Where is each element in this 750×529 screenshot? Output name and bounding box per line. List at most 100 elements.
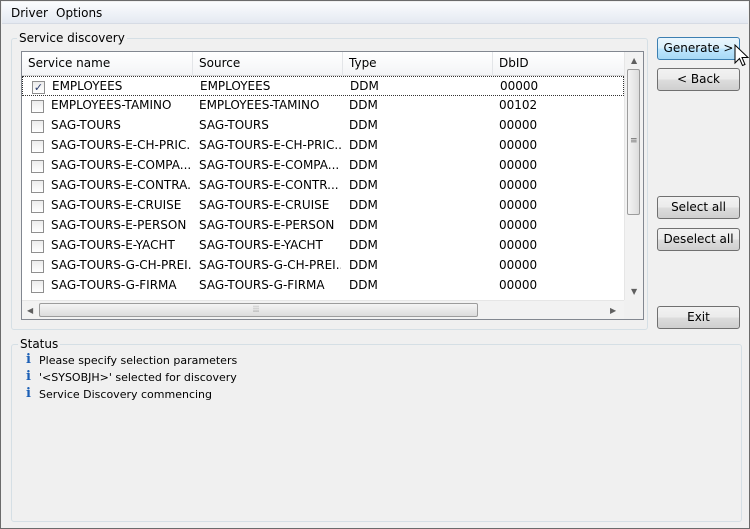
row-checkbox[interactable] bbox=[31, 240, 44, 253]
service-name-cell: SAG-TOURS-E-PERSON bbox=[51, 218, 187, 232]
scroll-left-icon[interactable]: ◀ bbox=[27, 306, 33, 315]
check-icon: ✓ bbox=[33, 81, 44, 94]
service-name-cell: SAG-TOURS-E-CH-PRIC... bbox=[51, 138, 191, 152]
table-row[interactable]: SAG-TOURS-E-YACHT SAG-TOURS-E-YACHT DDM 000… bbox=[22, 236, 624, 256]
type-cell: DDM bbox=[349, 138, 378, 152]
source-cell: SAG-TOURS-E-YACHT bbox=[199, 238, 323, 252]
table-row[interactable]: SAG-TOURS-E-COMPA... SAG-TOURS-E-COMPA...… bbox=[22, 156, 624, 176]
horizontal-scroll-thumb[interactable]: ⦙⦙⦙ bbox=[39, 303, 478, 317]
table-row[interactable]: SAG-TOURS-E-PERSON SAG-TOURS-E-PERSON DDM 0… bbox=[22, 216, 624, 236]
source-cell: SAG-TOURS-E-COMPA... bbox=[199, 158, 340, 172]
dbid-cell: 00000 bbox=[499, 158, 538, 172]
scroll-up-icon[interactable]: ▲ bbox=[631, 56, 637, 65]
back-button[interactable]: < Back bbox=[657, 68, 740, 91]
app-window: Driver Options Service discovery Service… bbox=[0, 0, 750, 529]
type-cell: DDM bbox=[349, 258, 378, 272]
source-cell: SAG-TOURS-E-PERSON bbox=[199, 218, 335, 232]
status-title: Status bbox=[18, 337, 61, 351]
menu-driver[interactable]: Driver bbox=[11, 6, 48, 20]
dbid-cell: 00000 bbox=[500, 79, 539, 93]
table-row[interactable]: SAG-TOURS-G-CH-PREI... SAG-TOURS-G-CH-PRE… bbox=[22, 256, 624, 276]
source-cell: EMPLOYEES-TAMINO bbox=[199, 98, 320, 112]
dbid-cell: 00000 bbox=[499, 198, 538, 212]
list-header: Service name Source Type DbID bbox=[22, 52, 624, 76]
status-message-text: '<SYSOBJH>' selected for discovery bbox=[39, 371, 237, 384]
type-cell: DDM bbox=[349, 238, 378, 252]
dbid-cell: 00000 bbox=[499, 118, 538, 132]
info-icon: i bbox=[26, 352, 31, 367]
table-row[interactable]: EMPLOYEES-TAMINO EMPLOYEES-TAMINO DDM 00102 bbox=[22, 96, 624, 116]
scroll-down-icon[interactable]: ▼ bbox=[631, 287, 637, 296]
info-icon: i bbox=[26, 369, 31, 384]
type-cell: DDM bbox=[350, 79, 379, 93]
source-cell: SAG-TOURS-E-CRUISE bbox=[199, 198, 330, 212]
source-cell: SAG-TOURS-E-CONTR... bbox=[199, 178, 339, 192]
column-header-source[interactable]: Source bbox=[193, 52, 343, 76]
table-row[interactable]: SAG-TOURS-E-CONTRA... SAG-TOURS-E-CONTR..… bbox=[22, 176, 624, 196]
service-list[interactable]: Service name Source Type DbID ✓ EMPLOYEES… bbox=[21, 51, 644, 320]
row-checkbox[interactable]: ✓ bbox=[32, 81, 45, 94]
status-message-text: Service Discovery commencing bbox=[39, 388, 212, 401]
table-row[interactable]: SAG-TOURS-E-CRUISE SAG-TOURS-E-CRUISE DDM 0… bbox=[22, 196, 624, 216]
dbid-cell: 00000 bbox=[499, 238, 538, 252]
type-cell: DDM bbox=[349, 118, 378, 132]
source-cell: SAG-TOURS bbox=[199, 118, 269, 132]
type-cell: DDM bbox=[349, 198, 378, 212]
service-discovery-title: Service discovery bbox=[17, 31, 127, 45]
table-row[interactable]: ✓ EMPLOYEES EMPLOYEES DDM 00000 bbox=[22, 76, 624, 96]
dbid-cell: 00000 bbox=[499, 218, 538, 232]
service-name-cell: SAG-TOURS-E-CRUISE bbox=[51, 198, 182, 212]
status-message-text: Please specify selection parameters bbox=[39, 354, 238, 367]
row-checkbox[interactable] bbox=[31, 220, 44, 233]
service-name-cell: SAG-TOURS-E-COMPA... bbox=[51, 158, 191, 172]
exit-button[interactable]: Exit bbox=[657, 306, 740, 329]
horizontal-scrollbar[interactable]: ◀ ⦙⦙⦙ ▶ bbox=[22, 300, 624, 319]
service-name-cell: EMPLOYEES bbox=[52, 79, 123, 93]
menu-options[interactable]: Options bbox=[56, 6, 102, 20]
menu-bar: Driver Options bbox=[2, 2, 748, 24]
source-cell: SAG-TOURS-G-CH-PREI... bbox=[199, 258, 341, 272]
service-name-cell: SAG-TOURS bbox=[51, 118, 121, 132]
scroll-corner bbox=[624, 300, 643, 319]
generate-button[interactable]: Generate > bbox=[657, 37, 740, 60]
row-checkbox[interactable] bbox=[31, 200, 44, 213]
column-header-dbid[interactable]: DbID bbox=[493, 52, 624, 76]
deselect-all-button[interactable]: Deselect all bbox=[657, 228, 740, 251]
type-cell: DDM bbox=[349, 98, 378, 112]
type-cell: DDM bbox=[349, 278, 378, 292]
row-checkbox[interactable] bbox=[31, 180, 44, 193]
dbid-cell: 00000 bbox=[499, 278, 538, 292]
row-checkbox[interactable] bbox=[31, 160, 44, 173]
type-cell: DDM bbox=[349, 158, 378, 172]
table-row[interactable]: SAG-TOURS-E-CH-PRIC... SAG-TOURS-E-CH-PRI… bbox=[22, 136, 624, 156]
source-cell: EMPLOYEES bbox=[200, 79, 271, 93]
row-checkbox[interactable] bbox=[31, 280, 44, 293]
service-name-cell: SAG-TOURS-G-CH-PREI... bbox=[51, 258, 191, 272]
type-cell: DDM bbox=[349, 218, 378, 232]
table-row[interactable]: SAG-TOURS SAG-TOURS DDM 00000 bbox=[22, 116, 624, 136]
source-cell: SAG-TOURS-G-FIRMA bbox=[199, 278, 325, 292]
info-icon: i bbox=[26, 386, 31, 401]
mouse-pointer-icon bbox=[734, 44, 750, 67]
service-name-cell: EMPLOYEES-TAMINO bbox=[51, 98, 172, 112]
service-name-cell: SAG-TOURS-G-FIRMA bbox=[51, 278, 177, 292]
column-header-type[interactable]: Type bbox=[343, 52, 493, 76]
column-header-service-name[interactable]: Service name bbox=[22, 52, 193, 76]
grip-icon: ⦙⦙⦙ bbox=[253, 305, 260, 315]
dbid-cell: 00000 bbox=[499, 258, 538, 272]
service-name-cell: SAG-TOURS-E-YACHT bbox=[51, 238, 175, 252]
vertical-scrollbar[interactable]: ▲ ≡ ▼ bbox=[624, 52, 643, 300]
row-checkbox[interactable] bbox=[31, 260, 44, 273]
vertical-scroll-thumb[interactable]: ≡ bbox=[627, 69, 640, 215]
row-checkbox[interactable] bbox=[31, 100, 44, 113]
table-row[interactable]: SAG-TOURS-G-FIRMA SAG-TOURS-G-FIRMA DDM 000… bbox=[22, 276, 624, 296]
type-cell: DDM bbox=[349, 178, 378, 192]
select-all-button[interactable]: Select all bbox=[657, 196, 740, 219]
row-checkbox[interactable] bbox=[31, 140, 44, 153]
dbid-cell: 00102 bbox=[499, 98, 538, 112]
row-checkbox[interactable] bbox=[31, 120, 44, 133]
service-name-cell: SAG-TOURS-E-CONTRA... bbox=[51, 178, 191, 192]
scroll-right-icon[interactable]: ▶ bbox=[610, 306, 616, 315]
dbid-cell: 00000 bbox=[499, 178, 538, 192]
dbid-cell: 00000 bbox=[499, 138, 538, 152]
